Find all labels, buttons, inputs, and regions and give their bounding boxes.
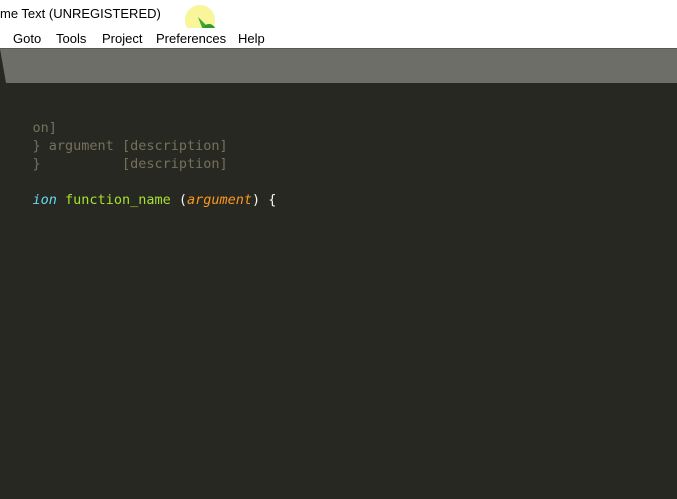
code-line-5: ion function_name (argument) { — [0, 173, 277, 208]
menu-project[interactable]: Project — [102, 31, 142, 46]
comment-spacer — [41, 156, 122, 172]
active-tab-edge[interactable] — [0, 49, 10, 83]
argument-name: argument — [187, 192, 253, 208]
window-title: me Text (UNREGISTERED) — [0, 6, 161, 21]
title-bar: me Text (UNREGISTERED) — [0, 0, 677, 40]
menu-preferences[interactable]: Preferences — [156, 31, 226, 46]
menu-bar: Goto Tools Project Preferences Help — [0, 28, 677, 48]
code-line-1: on] — [0, 101, 57, 136]
code-line-2: } argument [description] — [0, 119, 228, 154]
menu-help[interactable]: Help — [238, 31, 265, 46]
function-name: function_name — [65, 192, 171, 208]
close-paren-brace: ) { — [252, 192, 277, 208]
tab-strip — [0, 48, 677, 83]
open-paren: ( — [178, 192, 187, 208]
menu-tools[interactable]: Tools — [56, 31, 86, 46]
code-editor[interactable]: on] } argument [description] } [descript… — [0, 83, 677, 499]
comment-brace: } — [32, 156, 41, 172]
menu-goto[interactable]: Goto — [13, 31, 41, 46]
keyword-function: ion — [32, 192, 57, 208]
comment-description: [description] — [121, 156, 228, 172]
code-line-3: } [description] — [0, 137, 228, 172]
